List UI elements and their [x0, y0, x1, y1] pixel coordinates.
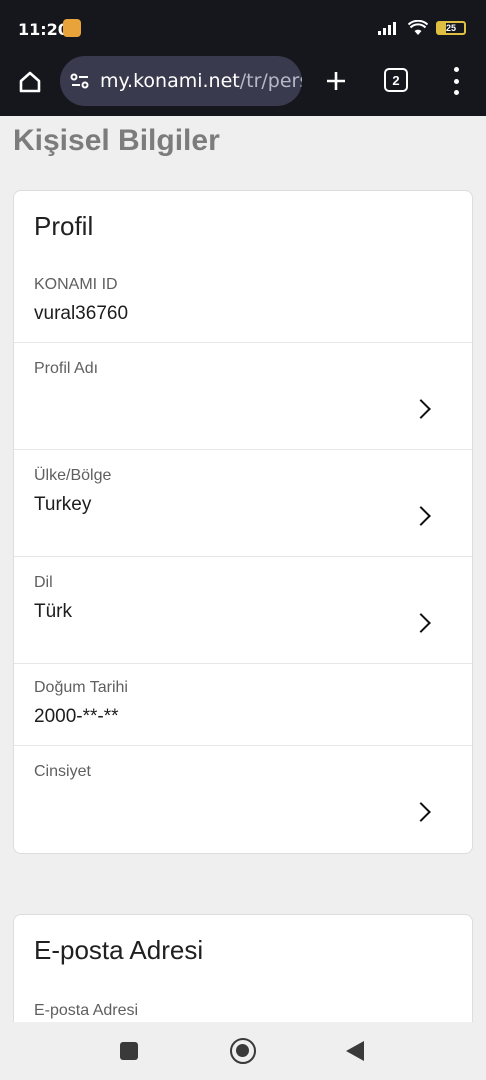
profile-name-label: Profil Adı — [34, 360, 99, 377]
home-button[interactable] — [14, 66, 46, 98]
url-host: my.konami.net — [100, 70, 240, 92]
country-region-value: Turkey — [34, 494, 92, 515]
url-path: /tr/pers — [239, 70, 302, 92]
chevron-right-icon — [411, 506, 431, 526]
status-time: 11:20 — [18, 20, 69, 39]
email-title: E-posta Adresi — [34, 935, 204, 965]
wifi-icon — [408, 20, 428, 35]
url-bar[interactable]: my.konami.net/tr/pers — [60, 56, 302, 106]
home-icon — [19, 71, 41, 93]
birth-date-value: 2000-**-** — [34, 706, 119, 727]
profile-title: Profil — [34, 211, 94, 241]
system-nav-bar — [0, 1022, 486, 1080]
email-card: E-posta Adresi E-posta Adresi — [13, 914, 473, 1022]
menu-dot — [453, 67, 459, 72]
battery-icon: 25 — [436, 21, 466, 35]
tab-count: 2 — [392, 72, 400, 88]
gender-row[interactable]: Cinsiyet — [14, 746, 472, 853]
email-label: E-posta Adresi — [34, 1002, 139, 1019]
avatar-emoji-icon — [63, 19, 81, 37]
page-content[interactable]: Kişisel Bilgiler Profil KONAMI ID vural3… — [0, 116, 486, 1022]
language-row[interactable]: Dil Türk — [14, 557, 472, 664]
konami-id-label: KONAMI ID — [34, 276, 118, 293]
menu-dot — [453, 90, 459, 95]
more-menu-icon[interactable] — [446, 67, 466, 95]
page-title: Kişisel Bilgiler — [13, 124, 220, 157]
plus-icon — [327, 72, 345, 90]
birth-date-label: Doğum Tarihi — [34, 679, 128, 696]
country-region-label: Ülke/Bölge — [34, 467, 112, 484]
battery-level: 25 — [445, 23, 456, 33]
chevron-right-icon — [411, 802, 431, 822]
chevron-right-icon — [411, 613, 431, 633]
language-label: Dil — [34, 574, 53, 591]
chevron-right-icon — [411, 399, 431, 419]
konami-id-row: KONAMI ID vural36760 — [14, 261, 472, 343]
profile-card: Profil KONAMI ID vural36760 Profil Adı Ü… — [13, 190, 473, 854]
home-nav-button[interactable] — [230, 1038, 256, 1064]
url-text[interactable]: my.konami.net/tr/pers — [100, 70, 302, 92]
konami-id-value: vural36760 — [34, 303, 129, 324]
birth-date-row: Doğum Tarihi 2000-**-** — [14, 664, 472, 746]
gender-label: Cinsiyet — [34, 763, 91, 780]
new-tab-button[interactable] — [320, 65, 352, 97]
browser-toolbar: my.konami.net/tr/pers 2 — [0, 56, 486, 116]
site-settings-icon[interactable] — [68, 69, 92, 93]
menu-dot — [453, 78, 459, 84]
tab-switcher-icon[interactable]: 2 — [384, 68, 408, 92]
recents-button[interactable] — [120, 1042, 138, 1060]
status-icons: 25 — [378, 20, 466, 36]
back-button[interactable] — [346, 1041, 364, 1061]
profile-name-row[interactable]: Profil Adı — [14, 343, 472, 450]
signal-icon — [378, 22, 396, 35]
status-bar: 11:20 25 — [0, 0, 486, 56]
language-value: Türk — [34, 601, 72, 622]
country-region-row[interactable]: Ülke/Bölge Turkey — [14, 450, 472, 557]
